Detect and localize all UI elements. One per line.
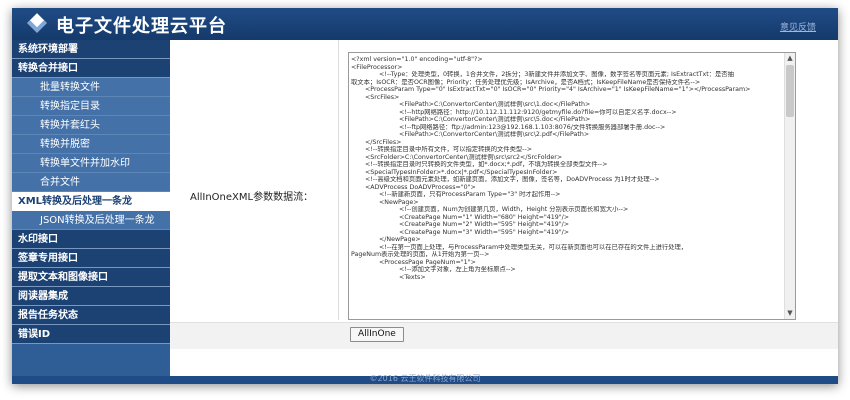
- sidebar-item-merge-files[interactable]: 合并文件: [12, 173, 170, 192]
- scroll-up-icon[interactable]: ▲: [785, 53, 795, 64]
- xml-line: <SpecialTypesInFolder>*.docx|*.pdf</Spec…: [351, 168, 558, 176]
- xml-line: <FilePath>C:\ConvertorCenter\测试样例\src\5.…: [351, 116, 591, 123]
- xml-line: <?xml version="1.0" encoding="utf-8"?>: [351, 56, 483, 63]
- xml-line: <FileProcessor>: [351, 63, 403, 71]
- xml-textarea[interactable]: <?xml version="1.0" encoding="utf-8"?> <F…: [348, 52, 796, 320]
- sidebar-item-signature-api[interactable]: 签章专用接口: [12, 249, 170, 268]
- sidebar-item-error-id[interactable]: 错误ID: [12, 325, 170, 344]
- xml-line: <FilePath>C:\ConvertorCenter\测试样例\src\2.…: [351, 131, 590, 138]
- sidebar-item-task-status[interactable]: 报告任务状态: [12, 306, 170, 325]
- sidebar-item-extract-api[interactable]: 提取文本和图像接口: [12, 268, 170, 287]
- copyright-text: ©2016 云王软件科技有限公司: [369, 374, 481, 383]
- header-bar: 电子文件处理云平台 意见反馈: [12, 8, 838, 40]
- xml-line: </SrcFiles>: [351, 138, 402, 146]
- scroll-down-icon[interactable]: ▼: [785, 308, 795, 319]
- sidebar-item-convert-merge[interactable]: 转换合并接口: [12, 59, 170, 78]
- xml-line: <!--新建新页面，只有ProcessParam Type="3" 时才起作用-…: [351, 191, 561, 198]
- xml-field-label: AllInOneXML参数数据流：: [190, 192, 314, 203]
- logo-icon: [27, 13, 47, 33]
- sidebar: 系统环境部署 转换合并接口 批量转换文件 转换指定目录 转换并套红头 转换并脱密…: [12, 40, 170, 376]
- sidebar-item-reader[interactable]: 阅读器集成: [12, 287, 170, 306]
- sidebar-item-deployment[interactable]: 系统环境部署: [12, 40, 170, 59]
- xml-line: <!--在第一页面上处理，与ProcessParam中处理类型无关，可以在新页面…: [351, 243, 688, 251]
- xml-line: <SrcFolder>C:\ConvertorCenter\测试样例\src\s…: [351, 153, 563, 161]
- xml-line: <!--创建页面，Num为创建第几页，Width，Height 分别表示页面长和…: [351, 206, 629, 213]
- xml-line: <ProcessPage PageNum="1">: [351, 258, 476, 266]
- sidebar-item-watermark-api[interactable]: 水印接口: [12, 230, 170, 249]
- xml-line: <Texts>: [351, 273, 426, 281]
- xml-line: <CreatePage Num="2" Width="595" Height="…: [351, 221, 570, 228]
- sidebar-item-convert-folder[interactable]: 转换指定目录: [12, 97, 170, 116]
- xml-line: <FilePath>C:\ConvertorCenter\测试样例\src\1.…: [351, 101, 591, 108]
- xml-line: <ProcessParam Type="0" IsExtractTxt="0" …: [351, 86, 751, 93]
- app-title: 电子文件处理云平台: [56, 16, 227, 37]
- xml-line: <CreatePage Num="3" Width="595" Height="…: [351, 228, 570, 236]
- xml-line: 取文本；IsOCR：是否OCR图像；Priority：任务处理优先级；IsArc…: [351, 78, 701, 86]
- feedback-link[interactable]: 意见反馈: [780, 20, 816, 33]
- xml-line: <CreatePage Num="1" Width="680" Height="…: [351, 213, 570, 221]
- xml-line: <!--添加文字对象，左上角为坐标原点-->: [351, 266, 516, 273]
- footer-bar: ©2016 云王软件科技有限公司: [12, 374, 838, 384]
- xml-line: <!--Type：处理类型，0转换，1合并文件，2拆分；3新建文件并添加文字、图…: [351, 71, 734, 78]
- xml-line: <!--转换指定目录中所有文件，可以指定转换的文件类型-->: [351, 146, 533, 153]
- xml-text-content[interactable]: <?xml version="1.0" encoding="utf-8"?> <F…: [349, 53, 783, 319]
- sidebar-item-json-allinone[interactable]: JSON转换及后处理一条龙: [12, 211, 170, 230]
- xml-line: PageNum表示处理的页面，从1开始为第一页-->: [351, 251, 490, 258]
- main-content: AllInOneXML参数数据流： <?xml version="1.0" en…: [170, 40, 838, 376]
- sidebar-item-convert-watermark[interactable]: 转换单文件并加水印: [12, 154, 170, 173]
- label-divider: [338, 40, 339, 320]
- allinone-button[interactable]: AllInOne: [350, 327, 404, 342]
- sidebar-item-batch-convert[interactable]: 批量转换文件: [12, 78, 170, 97]
- xml-line: <SrcFiles>: [351, 93, 400, 101]
- sidebar-item-convert-declassify[interactable]: 转换并脱密: [12, 135, 170, 154]
- xml-line: </NewPage>: [351, 236, 421, 243]
- action-row: AllInOne: [170, 322, 838, 349]
- xml-line: <ADVProcess DoADVProcess="0">: [351, 183, 476, 191]
- sidebar-item-xml-allinone[interactable]: XML转换及后处理一条龙: [12, 192, 170, 211]
- xml-line: <!--http网络路径：http://10.112.11.112:9120/g…: [351, 108, 677, 116]
- xml-line: <!--ftp网络路径：ftp://admin:123@192.168.1.10…: [351, 123, 666, 131]
- sidebar-item-convert-redhead[interactable]: 转换并套红头: [12, 116, 170, 135]
- xml-line: <!--高级文档和页面元素处理，如新建页面，添加文字，图像，签名等，DoADVP…: [351, 176, 660, 183]
- scroll-thumb[interactable]: [786, 65, 794, 117]
- app-window: 电子文件处理云平台 意见反馈 系统环境部署 转换合并接口 批量转换文件 转换指定…: [12, 8, 838, 384]
- xml-line: <!--转换指定目录时只转换的文件类型，如*.docx;*.pdf，不填为转换全…: [351, 161, 608, 168]
- xml-line: <NewPage>: [351, 198, 419, 206]
- xml-scrollbar[interactable]: ▲ ▼: [784, 53, 795, 319]
